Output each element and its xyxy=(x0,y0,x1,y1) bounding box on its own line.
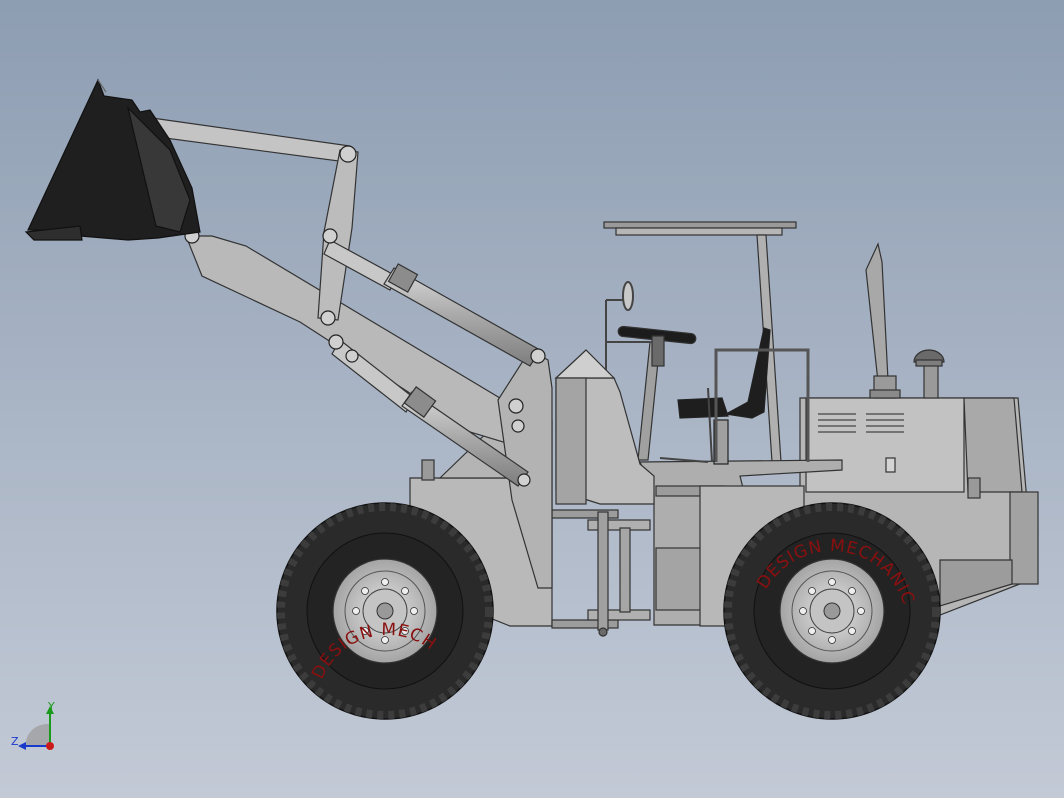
air-intake xyxy=(913,349,945,399)
y-axis-label: Y xyxy=(47,700,55,713)
exhaust-pipe xyxy=(865,242,901,399)
x-axis-origin xyxy=(46,742,54,750)
axis-triad: Y Z xyxy=(11,700,55,750)
operator-seat xyxy=(677,327,771,465)
wheel-loader-model[interactable]: DESIGN MECHANIC DESIGN MECHANIC Y Z xyxy=(0,0,1064,798)
rear-wheel: DESIGN MECHANIC xyxy=(723,502,941,720)
cad-viewport[interactable]: DESIGN MECHANIC DESIGN MECHANIC Y Z xyxy=(0,0,1064,798)
z-axis-label: Z xyxy=(11,735,19,748)
loader-bucket xyxy=(24,78,201,241)
